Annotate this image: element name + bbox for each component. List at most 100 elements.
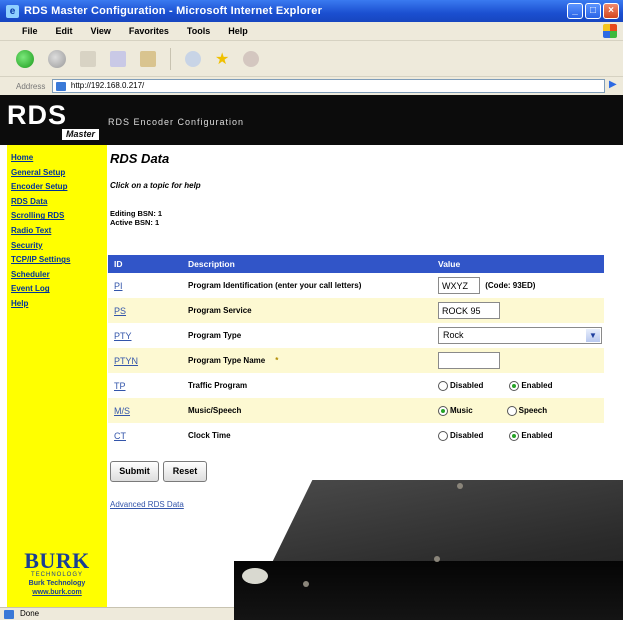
ms-radio-group: Music Speech bbox=[438, 405, 604, 416]
ps-input[interactable] bbox=[438, 302, 500, 319]
ct-help-link[interactable]: CT bbox=[114, 431, 126, 441]
go-arrow-icon[interactable]: ▶ bbox=[609, 79, 623, 93]
tp-description: Traffic Program bbox=[188, 381, 248, 390]
address-url: http://192.168.0.217/ bbox=[70, 81, 145, 90]
sidebar: Home General Setup Encoder Setup RDS Dat… bbox=[7, 145, 107, 607]
favorites-star-icon[interactable]: ★ bbox=[215, 49, 229, 69]
ptyn-help-link[interactable]: PTYN bbox=[114, 356, 138, 366]
brand-tagline: TECHNOLOGY bbox=[30, 572, 83, 578]
tp-disabled-radio[interactable]: Disabled bbox=[438, 380, 483, 391]
table-row-ps: PS Program Service bbox=[108, 298, 604, 323]
help-hint: Click on a topic for help bbox=[110, 181, 201, 190]
ct-disabled-radio[interactable]: Disabled bbox=[438, 430, 483, 441]
pi-description: Program Identification (enter your call … bbox=[188, 281, 362, 290]
header-value: Value bbox=[438, 255, 604, 273]
chevron-down-icon[interactable]: ▼ bbox=[586, 329, 600, 342]
windows-logo-icon bbox=[603, 24, 617, 38]
search-icon[interactable] bbox=[185, 50, 201, 67]
table-row-ms: M/S Music/Speech Music Speech bbox=[108, 398, 604, 423]
table-row-ct: CT Clock Time Disabled Enabled bbox=[108, 423, 604, 448]
toolbar-divider bbox=[170, 47, 171, 70]
submit-button[interactable]: Submit bbox=[110, 461, 159, 482]
sidebar-item-security[interactable]: Security bbox=[11, 239, 70, 254]
address-input[interactable]: http://192.168.0.217/ bbox=[51, 79, 606, 93]
bsn-info: Editing BSN: 1 Active BSN: 1 bbox=[110, 209, 162, 227]
ptyn-description: Program Type Name bbox=[188, 356, 266, 365]
refresh-icon[interactable] bbox=[110, 50, 126, 67]
stop-icon[interactable] bbox=[80, 50, 96, 67]
address-label: Address bbox=[16, 81, 46, 91]
sidebar-item-tcpip-settings[interactable]: TCP/IP Settings bbox=[11, 253, 70, 268]
pi-code: (Code: 93ED) bbox=[485, 281, 536, 290]
sidebar-item-general-setup[interactable]: General Setup bbox=[11, 166, 70, 181]
pty-select[interactable]: Rock ▼ bbox=[438, 327, 602, 344]
device-screw bbox=[457, 483, 463, 489]
pty-description: Program Type bbox=[188, 331, 242, 340]
menu-bar: File Edit View Favorites Tools Help bbox=[0, 22, 623, 41]
tp-enabled-radio[interactable]: Enabled bbox=[509, 380, 552, 391]
menu-view[interactable]: View bbox=[91, 26, 111, 36]
brand-url-link[interactable]: www.burk.com bbox=[7, 588, 107, 597]
logo-main-text: RDS bbox=[7, 100, 68, 130]
menu-file[interactable]: File bbox=[22, 26, 38, 36]
sidebar-item-radio-text[interactable]: Radio Text bbox=[11, 224, 70, 239]
sidebar-item-event-log[interactable]: Event Log bbox=[11, 282, 70, 297]
device-front-panel bbox=[234, 561, 623, 620]
ms-help-link[interactable]: M/S bbox=[114, 406, 130, 416]
banner-subtitle: RDS Encoder Configuration bbox=[108, 117, 245, 127]
menu-favorites[interactable]: Favorites bbox=[129, 26, 169, 36]
advanced-rds-data-link[interactable]: Advanced RDS Data bbox=[110, 500, 184, 509]
menu-tools[interactable]: Tools bbox=[187, 26, 210, 36]
pty-selected-value: Rock bbox=[443, 330, 464, 340]
maximize-button[interactable]: □ bbox=[585, 3, 601, 19]
device-knob bbox=[242, 568, 268, 584]
sidebar-item-scrolling-rds[interactable]: Scrolling RDS bbox=[11, 209, 70, 224]
ptyn-description-cell: Program Type Name * bbox=[188, 348, 438, 373]
page-title: RDS Data bbox=[110, 151, 170, 166]
sidebar-item-home[interactable]: Home bbox=[11, 151, 70, 166]
back-icon[interactable] bbox=[16, 49, 34, 68]
sidebar-item-scheduler[interactable]: Scheduler bbox=[11, 268, 70, 283]
status-bar: Done bbox=[0, 607, 234, 620]
sidebar-item-encoder-setup[interactable]: Encoder Setup bbox=[11, 180, 70, 195]
device-screw bbox=[434, 556, 440, 562]
menu-help[interactable]: Help bbox=[228, 26, 248, 36]
header-id: ID bbox=[108, 255, 188, 273]
rds-data-table: ID Description Value PI Program Identifi… bbox=[108, 255, 604, 448]
pty-help-link[interactable]: PTY bbox=[114, 331, 132, 341]
required-asterisk: * bbox=[275, 356, 279, 365]
brand-name: BURK bbox=[24, 548, 90, 573]
brand-company: Burk Technology bbox=[28, 580, 86, 587]
forward-icon[interactable] bbox=[48, 49, 66, 68]
logo-sub-text: Master bbox=[61, 129, 99, 140]
minimize-button[interactable]: _ bbox=[567, 3, 583, 19]
ms-speech-radio[interactable]: Speech bbox=[506, 405, 547, 416]
burk-logo: BURK TECHNOLOGY Burk Technology www.burk… bbox=[7, 550, 107, 597]
ps-help-link[interactable]: PS bbox=[114, 306, 126, 316]
ct-enabled-radio[interactable]: Enabled bbox=[509, 430, 552, 441]
media-icon[interactable] bbox=[243, 50, 260, 67]
ptyn-input[interactable] bbox=[438, 352, 500, 369]
window-titlebar: e RDS Master Configuration - Microsoft I… bbox=[0, 0, 623, 22]
pi-help-link[interactable]: PI bbox=[114, 281, 123, 291]
sidebar-item-help[interactable]: Help bbox=[11, 297, 70, 312]
home-icon[interactable] bbox=[140, 50, 156, 67]
header-description: Description bbox=[188, 255, 438, 273]
reset-button[interactable]: Reset bbox=[163, 461, 207, 482]
menu-edit[interactable]: Edit bbox=[56, 26, 73, 36]
page-icon bbox=[55, 82, 66, 91]
window-controls: _ □ × bbox=[567, 3, 619, 19]
table-row-ptyn: PTYN Program Type Name * bbox=[108, 348, 604, 373]
table-row-tp: TP Traffic Program Disabled Enabled bbox=[108, 373, 604, 398]
sidebar-item-rds-data[interactable]: RDS Data bbox=[11, 195, 70, 210]
status-text: Done bbox=[20, 609, 40, 618]
close-button[interactable]: × bbox=[603, 3, 619, 19]
tp-help-link[interactable]: TP bbox=[114, 381, 126, 391]
pi-input[interactable] bbox=[438, 277, 480, 294]
table-row-pty: PTY Program Type Rock ▼ bbox=[108, 323, 604, 348]
ms-music-radio[interactable]: Music bbox=[438, 405, 473, 416]
rds-master-logo: RDS Master bbox=[7, 102, 99, 140]
ct-radio-group: Disabled Enabled bbox=[438, 430, 604, 441]
window-title: RDS Master Configuration - Microsoft Int… bbox=[24, 5, 323, 17]
ie-icon: e bbox=[6, 4, 19, 18]
